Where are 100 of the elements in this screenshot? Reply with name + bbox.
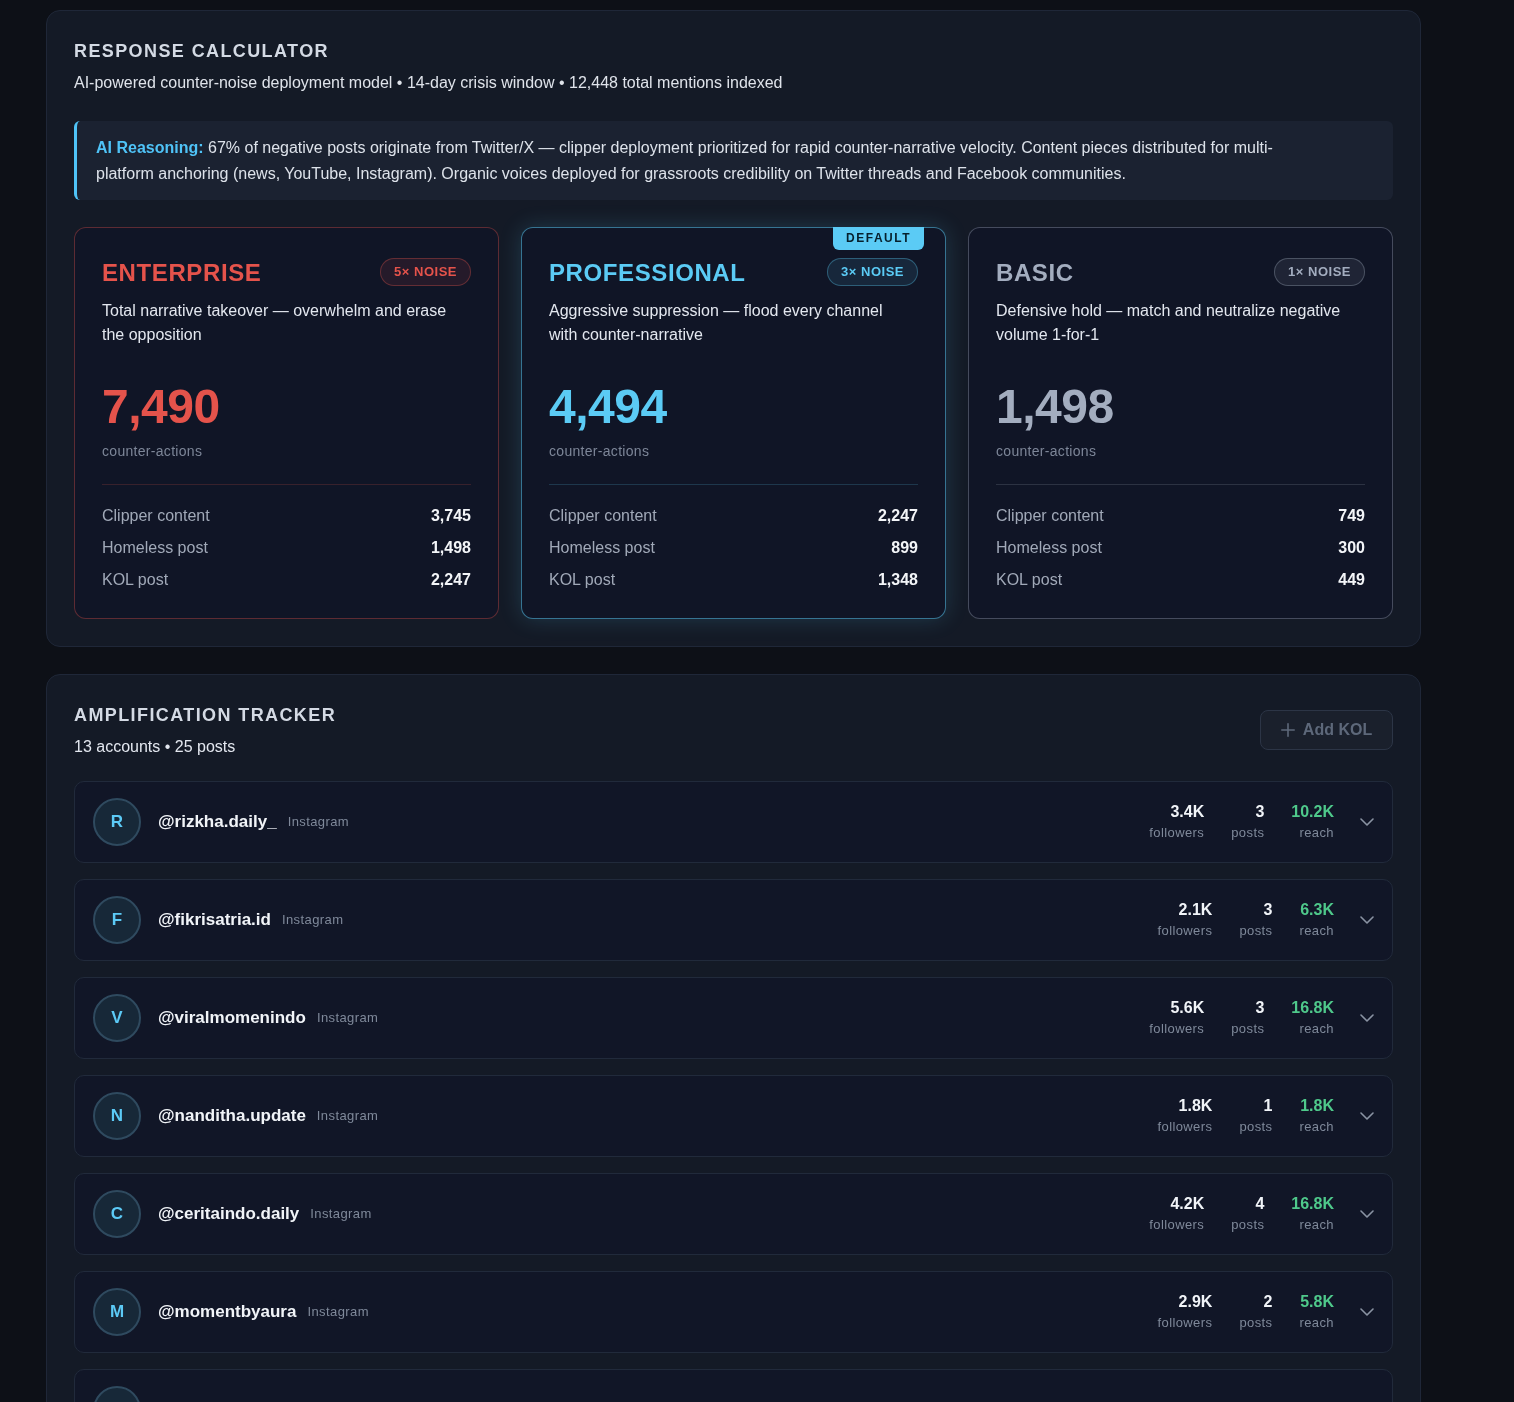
stat-label: followers	[1149, 1216, 1205, 1234]
breakdown-label: Homeless post	[549, 538, 655, 558]
stat-label: posts	[1239, 1118, 1273, 1136]
account-row[interactable]: R @rizkha.daily_ Instagram 3.4K followers 3 posts 10.2K reach	[74, 781, 1393, 863]
breakdown-label: Homeless post	[996, 538, 1102, 558]
stat-label: followers	[1149, 1020, 1205, 1038]
tier-name: ENTERPRISE	[102, 258, 262, 288]
account-handle[interactable]: @momentbyaura	[158, 1299, 297, 1325]
avatar: R	[93, 798, 141, 846]
account-handle[interactable]: @ceritaindo.daily	[158, 1201, 300, 1227]
stat-label: posts	[1231, 1020, 1265, 1038]
tier-name: PROFESSIONAL	[549, 258, 746, 288]
platform-label: Instagram	[307, 1303, 369, 1322]
stat-label: posts	[1239, 1314, 1273, 1332]
tier-name: BASIC	[996, 258, 1074, 288]
stat-label: reach	[1299, 1216, 1334, 1234]
chevron-down-icon[interactable]	[1360, 1014, 1374, 1022]
stat-label: posts	[1231, 1216, 1265, 1234]
account-handle[interactable]: @nanditha.update	[158, 1103, 306, 1129]
breakdown-value: 2,247	[877, 506, 918, 526]
stat-value: 2.9K	[1178, 1292, 1213, 1312]
breakdown-label: Clipper content	[102, 506, 210, 526]
ai-reasoning-note: AI Reasoning: 67% of negative posts originate from Twitter/X — clipper deployment prioritized for rapid counter-narrative velocity. Content pieces distributed for multi-platform anchoring (news, YouTube, Instagram). Organic voices deployed for grassroots credibility on Twitter threads and Facebook communities.	[74, 121, 1393, 200]
chevron-down-icon[interactable]	[1360, 818, 1374, 826]
stat-value: 2	[1263, 1292, 1273, 1312]
total-caption: counter-actions	[996, 442, 1098, 461]
stat-label: posts	[1239, 922, 1273, 940]
total-caption: counter-actions	[102, 442, 204, 461]
noise-badge: 3× NOISE	[827, 258, 918, 286]
account-handle[interactable]: @viralmomenindo	[158, 1005, 306, 1031]
account-row[interactable]: N @nanditha.update Instagram 1.8K followers 1 posts 1.8K reach	[74, 1075, 1393, 1157]
platform-label: Instagram	[287, 813, 350, 832]
account-row[interactable]: C @ceritaindo.daily Instagram 4.2K followers 4 posts 16.8K reach	[74, 1173, 1393, 1255]
stat-label: followers	[1157, 1314, 1213, 1332]
chevron-down-icon[interactable]	[1360, 1210, 1374, 1218]
tier-card[interactable]: BASIC 1× NOISE Defensive hold — match and neutralize negative volume 1-for-1 1,498 counter-actions Clipper content 749 Homeless post 300 KOL post 449	[968, 227, 1393, 619]
stat-value: 16.8K	[1291, 998, 1334, 1018]
noise-badge: 5× NOISE	[380, 258, 471, 286]
stat-value: 1.8K	[1300, 1096, 1334, 1116]
account-row[interactable]: F @fikrisatria.id Instagram 2.1K followers 3 posts 6.3K reach	[74, 879, 1393, 961]
counter-action-total: 4,494	[549, 381, 668, 433]
section-subtitle: AI-powered counter-noise deployment model • 14-day crisis window • 12,448 total mentions indexed	[74, 73, 784, 93]
breakdown-label: KOL post	[549, 570, 616, 590]
section-title: RESPONSE CALCULATOR	[74, 40, 330, 63]
platform-label: Instagram	[316, 1009, 379, 1028]
noise-badge: 1× NOISE	[1274, 258, 1365, 286]
stat-value: 3.4K	[1170, 802, 1205, 822]
avatar: F	[93, 896, 141, 944]
stat-value: 16.8K	[1291, 1194, 1334, 1214]
tier-description: Total narrative takeover — overwhelm and erase the opposition	[102, 301, 448, 345]
chevron-down-icon[interactable]	[1360, 1308, 1374, 1316]
stat-label: reach	[1299, 824, 1334, 842]
total-caption: counter-actions	[549, 442, 651, 461]
breakdown-label: KOL post	[102, 570, 169, 590]
chevron-down-icon[interactable]	[1360, 1112, 1374, 1120]
avatar: V	[93, 994, 141, 1042]
tier-card[interactable]: ENTERPRISE 5× NOISE Total narrative takeover — overwhelm and erase the opposition 7,490 counter-actions Clipper content 3,745 Homeless post 1,498 KOL post 2,247	[74, 227, 499, 619]
stat-value: 1.8K	[1178, 1096, 1213, 1116]
stat-value: 4	[1255, 1194, 1265, 1214]
breakdown-label: Clipper content	[549, 506, 657, 526]
avatar: C	[93, 1190, 141, 1238]
chevron-down-icon[interactable]	[1360, 916, 1374, 924]
counter-action-total: 1,498	[996, 381, 1115, 433]
stat-label: reach	[1299, 1118, 1334, 1136]
stat-value: 4.2K	[1170, 1194, 1205, 1214]
stat-label: followers	[1149, 824, 1205, 842]
stat-value: 3	[1255, 802, 1265, 822]
stat-label: reach	[1299, 1020, 1334, 1038]
avatar: M	[93, 1288, 141, 1336]
stat-label: followers	[1157, 1118, 1213, 1136]
stat-label: followers	[1157, 922, 1213, 940]
account-row[interactable]: M @momentbyaura Instagram 2.9K followers 2 posts 5.8K reach	[74, 1271, 1393, 1353]
stat-value: 3	[1263, 900, 1273, 920]
breakdown-label: KOL post	[996, 570, 1063, 590]
breakdown-value: 449	[1338, 570, 1365, 590]
stat-value: 5.8K	[1300, 1292, 1334, 1312]
platform-label: Instagram	[310, 1205, 372, 1224]
stat-value: 6.3K	[1300, 900, 1334, 920]
account-handle[interactable]: @fikrisatria.id	[158, 907, 271, 933]
account-row[interactable]: V @viralmomenindo Instagram 5.6K followers 3 posts 16.8K reach	[74, 977, 1393, 1059]
stat-value: 2.1K	[1178, 900, 1213, 920]
stat-label: reach	[1299, 1314, 1334, 1332]
account-handle[interactable]: @rizkha.daily_	[158, 809, 277, 835]
stat-value: 1	[1263, 1096, 1273, 1116]
breakdown-value: 899	[891, 538, 918, 558]
tier-card[interactable]: DEFAULT PROFESSIONAL 3× NOISE Aggressive suppression — flood every channel with counter-narrative 4,494 counter-actions Clipper content 2,247 Homeless post 899 KOL post 1,348	[521, 227, 946, 619]
breakdown-value: 749	[1338, 506, 1365, 526]
platform-label: Instagram	[281, 911, 344, 930]
stat-label: reach	[1299, 922, 1334, 940]
tier-description: Defensive hold — match and neutralize negative volume 1-for-1	[996, 301, 1342, 345]
stat-value: 10.2K	[1291, 802, 1334, 822]
avatar: N	[93, 1092, 141, 1140]
breakdown-value: 1,498	[430, 538, 471, 558]
platform-label: Instagram	[316, 1107, 379, 1126]
default-tag: DEFAULT	[833, 227, 924, 250]
breakdown-value: 1,348	[877, 570, 918, 590]
breakdown-value: 2,247	[430, 570, 471, 590]
stat-value: 5.6K	[1170, 998, 1205, 1018]
counter-action-total: 7,490	[102, 381, 221, 433]
stat-value: 3	[1255, 998, 1265, 1018]
